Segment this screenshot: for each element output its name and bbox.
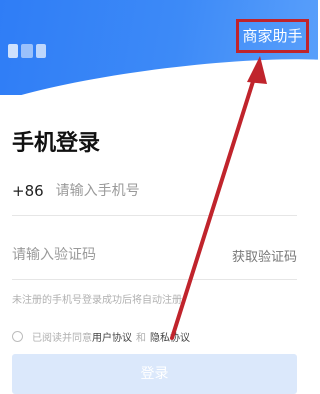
agreement-prefix: 已阅读并同意 [32, 332, 92, 344]
code-row: 获取验证码 [12, 240, 297, 270]
login-button[interactable]: 登录 [12, 354, 297, 394]
user-agreement-link[interactable]: 用户协议 [92, 329, 132, 344]
country-code[interactable]: +86 [12, 182, 44, 200]
agree-checkbox[interactable] [12, 330, 23, 342]
merchant-assistant-button[interactable]: 商家助手 [236, 19, 309, 53]
phone-row: +86 [12, 176, 297, 206]
app-logo [8, 44, 52, 62]
verification-code-input[interactable] [12, 247, 182, 263]
page-title: 手机登录 [12, 131, 101, 156]
agreement-row: 已阅读并同意 用户协议 和 隐私协议 [12, 328, 190, 344]
phone-input[interactable] [55, 183, 256, 199]
divider [12, 279, 297, 280]
get-code-button[interactable]: 获取验证码 [232, 246, 297, 265]
privacy-agreement-link[interactable]: 隐私协议 [150, 329, 190, 344]
divider [12, 215, 297, 216]
agreement-and: 和 [136, 332, 146, 344]
register-hint: 未注册的手机号登录成功后将自动注册 [12, 295, 182, 306]
